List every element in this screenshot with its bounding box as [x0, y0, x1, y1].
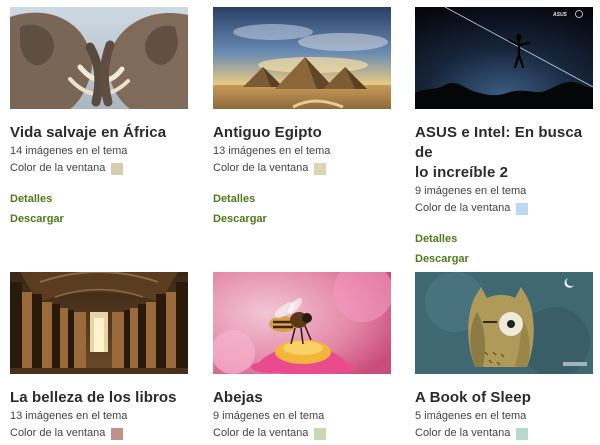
details-link[interactable]: Detalles — [213, 192, 393, 207]
theme-title-line2: lo increíble 2 — [415, 164, 509, 181]
theme-card-antiguo-egipto: Antiguo Egipto 13 imágenes en el tema Co… — [213, 7, 393, 227]
theme-image-count: 13 imágenes en el tema — [213, 145, 331, 157]
window-color-label: Color de la ventana — [213, 427, 309, 439]
download-link[interactable]: Descargar — [213, 212, 393, 227]
theme-thumbnail-tightrope[interactable]: ASUS — [415, 7, 593, 109]
window-color-swatch — [111, 162, 124, 175]
theme-card-libros: La belleza de los libros 13 imágenes en … — [10, 272, 190, 441]
window-color-row: Color de la ventana — [213, 161, 393, 176]
theme-thumbnail-bee[interactable] — [213, 272, 391, 374]
theme-image-count: 9 imágenes en el tema — [415, 185, 527, 197]
window-color-swatch — [314, 162, 327, 175]
asus-logo-text: ASUS — [552, 12, 568, 18]
window-color-swatch — [314, 427, 327, 440]
theme-title: La belleza de los libros — [10, 389, 177, 406]
theme-image-count: 13 imágenes en el tema — [10, 410, 128, 422]
theme-title: A Book of Sleep — [415, 389, 531, 406]
theme-thumbnail-library[interactable] — [10, 272, 188, 374]
details-link[interactable]: Detalles — [10, 192, 190, 207]
window-color-row: Color de la ventana — [10, 161, 190, 176]
theme-image-count: 14 imágenes en el tema — [10, 145, 128, 157]
theme-title: Vida salvaje en África — [10, 124, 167, 141]
theme-title-line1: ASUS e Intel: En busca de — [415, 124, 583, 161]
theme-title: Abejas — [213, 389, 263, 406]
theme-title: Antiguo Egipto — [213, 124, 322, 141]
theme-image-count: 5 imágenes en el tema — [415, 410, 527, 422]
theme-card-asus-intel: ASUS ASUS e Intel: En busca de lo increí… — [415, 7, 595, 267]
theme-thumbnail-owl[interactable] — [415, 272, 593, 374]
details-link[interactable]: Detalles — [415, 232, 595, 247]
theme-image-count: 9 imágenes en el tema — [213, 410, 325, 422]
library-image — [10, 272, 188, 374]
window-color-swatch — [516, 202, 529, 215]
window-color-row: Color de la ventana — [10, 426, 190, 441]
theme-thumbnail-elephants[interactable] — [10, 7, 188, 109]
window-color-label: Color de la ventana — [415, 427, 511, 439]
download-link[interactable]: Descargar — [415, 252, 595, 267]
theme-card-abejas: Abejas 9 imágenes en el tema Color de la… — [213, 272, 393, 441]
theme-card-book-of-sleep: A Book of Sleep 5 imágenes en el tema Co… — [415, 272, 595, 441]
download-link[interactable]: Descargar — [10, 212, 190, 227]
window-color-label: Color de la ventana — [10, 162, 106, 174]
theme-title: ASUS e Intel: En busca de lo increíble 2 — [415, 123, 595, 183]
owl-image — [415, 272, 593, 374]
window-color-swatch — [111, 427, 124, 440]
window-color-row: Color de la ventana — [213, 426, 393, 441]
window-color-label: Color de la ventana — [415, 202, 511, 214]
elephants-image — [10, 7, 188, 109]
window-color-label: Color de la ventana — [10, 427, 106, 439]
window-color-row: Color de la ventana — [415, 426, 595, 441]
theme-card-vida-salvaje: Vida salvaje en África 14 imágenes en el… — [10, 7, 190, 227]
window-color-swatch — [516, 427, 529, 440]
bee-image — [213, 272, 391, 374]
tightrope-image: ASUS — [415, 7, 593, 109]
window-color-row: Color de la ventana — [415, 201, 595, 216]
pyramids-image — [213, 7, 391, 109]
theme-thumbnail-pyramids[interactable] — [213, 7, 391, 109]
window-color-label: Color de la ventana — [213, 162, 309, 174]
